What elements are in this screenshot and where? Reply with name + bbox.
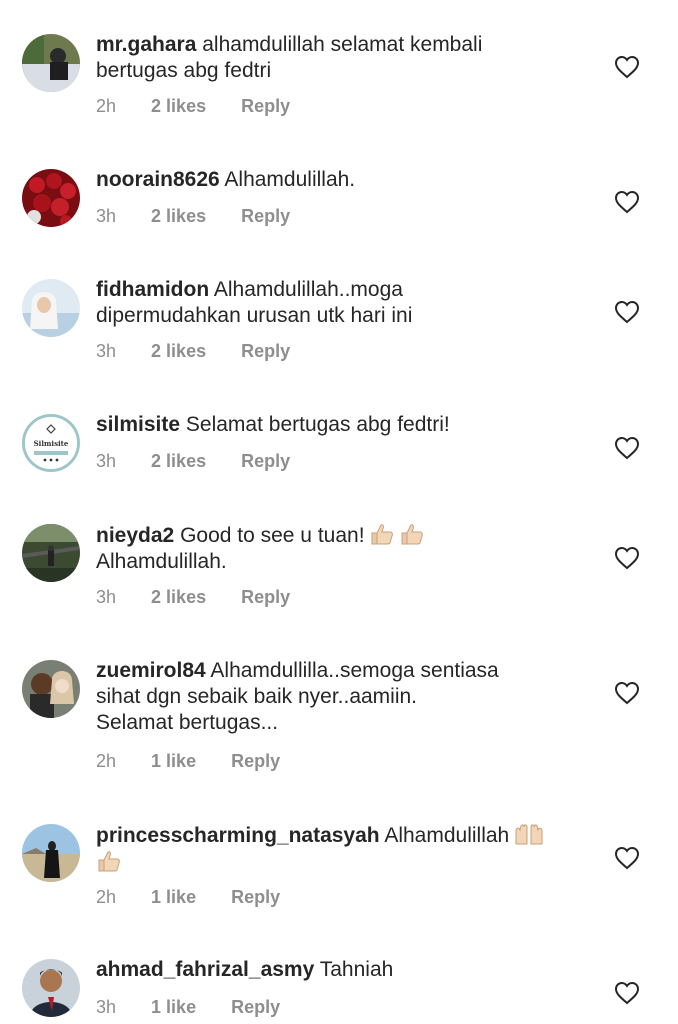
comment-time: 3h [96, 587, 117, 607]
reply-button[interactable]: Reply [241, 96, 290, 117]
comment-message: alhamdulillah selamat kembali [202, 33, 483, 56]
comment-message: Alhamdulillah. [224, 168, 356, 191]
reply-button[interactable]: Reply [231, 887, 280, 908]
comment-likes[interactable]: 2 likes [151, 96, 206, 117]
avatar[interactable] [22, 524, 80, 582]
heart-outline-icon[interactable] [614, 55, 640, 79]
thumbs-up-emoji [369, 522, 395, 546]
comment-message: Alhamdullilla..semoga sentiasa [210, 659, 499, 682]
reply-button[interactable]: Reply [241, 451, 290, 472]
comment-time: 2h [96, 96, 117, 116]
heart-outline-icon[interactable] [614, 190, 640, 214]
comment-username[interactable]: noorain8626 [96, 168, 220, 191]
comment-likes[interactable]: 2 likes [151, 341, 206, 362]
comment-time: 2h [96, 887, 117, 907]
avatar[interactable]: Silmisite [22, 414, 80, 472]
thumbs-up-emoji [96, 849, 122, 873]
comment-time: 3h [96, 997, 117, 1017]
heart-outline-icon[interactable] [614, 436, 640, 460]
comment-likes[interactable]: 2 likes [151, 451, 206, 472]
avatar[interactable] [22, 169, 80, 227]
comment-message-line2: sihat dgn sebaik baik nyer..aamiin. [96, 685, 418, 708]
avatar[interactable] [22, 660, 80, 718]
comment-likes[interactable]: 1 like [151, 751, 196, 772]
avatar-logo-text: Silmisite [34, 439, 69, 448]
heart-outline-icon[interactable] [614, 300, 640, 324]
comment-username[interactable]: nieyda2 [96, 524, 174, 547]
comment-time: 2h [96, 751, 117, 771]
avatar[interactable] [22, 959, 80, 1017]
reply-button[interactable]: Reply [241, 206, 290, 227]
comment-username[interactable]: princesscharming_natasyah [96, 824, 380, 847]
comment-time: 3h [96, 206, 117, 226]
comment-message-line2: bertugas abg fedtri [96, 59, 272, 82]
raised-hands-emoji [513, 822, 545, 846]
comment-username[interactable]: silmisite [96, 413, 180, 436]
heart-outline-icon[interactable] [614, 681, 640, 705]
comment-message: Alhamdulillah..moga [213, 278, 403, 301]
comment-likes[interactable]: 1 like [151, 997, 196, 1018]
comment-likes[interactable]: 2 likes [151, 587, 206, 608]
comment-message: Good to see u tuan! [180, 524, 365, 547]
reply-button[interactable]: Reply [241, 341, 290, 362]
avatar[interactable] [22, 279, 80, 337]
comment-message: Selamat bertugas abg fedtri! [185, 413, 450, 436]
comment-username[interactable]: zuemirol84 [96, 659, 206, 682]
avatar[interactable] [22, 34, 80, 92]
comment-message-line3: Selamat bertugas... [96, 711, 279, 734]
comment-message-line2: Alhamdulillah. [96, 550, 227, 573]
comment-likes[interactable]: 2 likes [151, 206, 206, 227]
comment-username[interactable]: mr.gahara [96, 33, 196, 56]
comment-time: 3h [96, 341, 117, 361]
reply-button[interactable]: Reply [231, 997, 280, 1018]
comment-username[interactable]: ahmad_fahrizal_asmy [96, 958, 314, 981]
thumbs-up-emoji [399, 522, 425, 546]
comment-text: mr.gahara alhamdulillah selamat kembali … [96, 32, 586, 84]
comment-time: 3h [96, 451, 117, 471]
comment-message: Alhamdulillah [384, 824, 510, 847]
comment-likes[interactable]: 1 like [151, 887, 196, 908]
heart-outline-icon[interactable] [614, 846, 640, 870]
reply-button[interactable]: Reply [231, 751, 280, 772]
reply-button[interactable]: Reply [241, 587, 290, 608]
comment-message: Tahniah [319, 958, 394, 981]
avatar[interactable] [22, 824, 80, 882]
heart-outline-icon[interactable] [614, 546, 640, 570]
comment-username[interactable]: fidhamidon [96, 278, 209, 301]
comment-message-line2: dipermudahkan urusan utk hari ini [96, 304, 413, 327]
heart-outline-icon[interactable] [614, 981, 640, 1005]
